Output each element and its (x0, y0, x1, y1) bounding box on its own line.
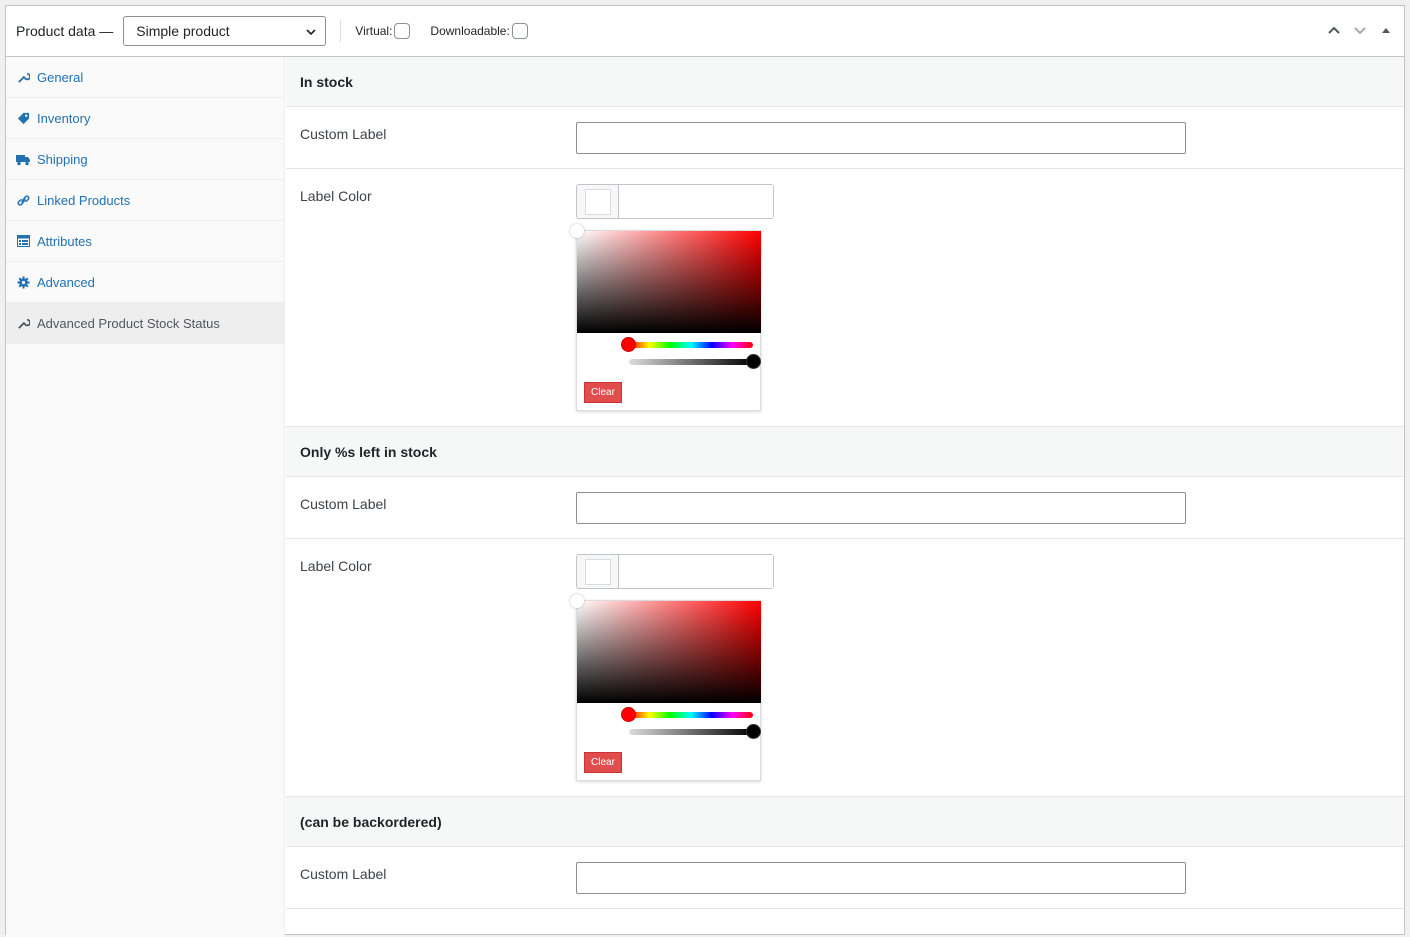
custom-label-input[interactable] (576, 862, 1186, 894)
tab-shipping[interactable]: Shipping (6, 139, 284, 180)
panel-header: Product data — Simple product Virtual: D… (6, 6, 1404, 57)
tab-label: Attributes (37, 233, 92, 249)
tab-label: Linked Products (37, 192, 131, 208)
virtual-option[interactable]: Virtual: (355, 23, 411, 39)
color-hex-input[interactable] (619, 185, 773, 218)
color-hex-input[interactable] (619, 555, 773, 588)
custom-label-row: Custom Label (286, 477, 1404, 539)
gear-icon (16, 275, 30, 289)
move-up-icon[interactable] (1326, 22, 1342, 38)
custom-label-row: Custom Label (286, 107, 1404, 169)
label-color-row: Label Color Clear (286, 169, 1404, 427)
field-label: Label Color (300, 188, 372, 204)
alpha-slider[interactable] (629, 354, 761, 369)
label-color-row: Label Color Clear (286, 539, 1404, 797)
truck-icon (16, 152, 30, 166)
section-heading: Only %s left in stock (286, 427, 1404, 477)
field-label: Custom Label (300, 866, 387, 882)
chevron-down-icon (305, 25, 317, 41)
tab-advanced[interactable]: Advanced (6, 262, 284, 303)
clear-button[interactable]: Clear (584, 382, 622, 403)
alpha-handle[interactable] (746, 354, 761, 369)
move-down-icon[interactable] (1352, 22, 1368, 38)
divider (340, 20, 342, 42)
stock-status-settings: In stock Custom Label Label Color Clear … (286, 57, 1404, 909)
field-label: Custom Label (300, 126, 387, 142)
section-heading: In stock (286, 57, 1404, 107)
tab-label: Shipping (37, 151, 88, 167)
downloadable-option[interactable]: Downloadable: (430, 23, 528, 39)
product-data-panel: Product data — Simple product Virtual: D… (5, 5, 1405, 937)
hue-slider[interactable] (621, 707, 753, 722)
tab-label: General (37, 69, 84, 85)
link-icon (16, 193, 30, 207)
tab-inventory[interactable]: Inventory (6, 98, 284, 139)
hue-slider[interactable] (621, 337, 753, 352)
custom-label-row: Custom Label (286, 847, 1404, 909)
saturation-handle[interactable] (570, 594, 584, 608)
tab-general[interactable]: General (6, 57, 284, 98)
saturation-handle[interactable] (570, 224, 584, 238)
custom-label-input[interactable] (576, 492, 1186, 524)
tab-label: Advanced (37, 274, 95, 290)
saturation-area[interactable] (570, 594, 761, 703)
section-heading: (can be backordered) (286, 797, 1404, 847)
hue-handle[interactable] (621, 707, 636, 722)
downloadable-label: Downloadable: (430, 24, 510, 38)
virtual-label: Virtual: (355, 24, 393, 38)
field-label: Custom Label (300, 496, 387, 512)
product-data-tabs: General Inventory Shipping Linked Produc… (6, 57, 285, 937)
wrench-icon (16, 70, 30, 84)
tab-label: Inventory (37, 110, 91, 126)
panel-title: Product data — (16, 23, 114, 39)
hue-handle[interactable] (621, 337, 636, 352)
custom-label-input[interactable] (576, 122, 1186, 154)
field-label: Label Color (300, 558, 372, 574)
color-swatch[interactable] (577, 555, 619, 588)
tab-advanced-product-stock-status[interactable]: Advanced Product Stock Status (6, 303, 284, 344)
downloadable-checkbox[interactable] (511, 23, 528, 39)
alpha-slider[interactable] (629, 724, 761, 739)
color-picker-button[interactable] (576, 184, 774, 219)
collapse-toggle-icon[interactable] (1378, 22, 1394, 38)
panel-controls (1326, 22, 1394, 38)
virtual-checkbox[interactable] (394, 23, 411, 39)
saturation-area[interactable] (570, 224, 761, 333)
alpha-handle[interactable] (746, 724, 761, 739)
color-picker-popup: Clear (570, 594, 761, 781)
clear-button[interactable]: Clear (584, 752, 622, 773)
product-type-value: Simple product (136, 23, 230, 39)
tab-label: Advanced Product Stock Status (37, 316, 220, 331)
color-picker-popup: Clear (570, 224, 761, 411)
tag-icon (16, 111, 30, 125)
tab-linked-products[interactable]: Linked Products (6, 180, 284, 221)
tab-attributes[interactable]: Attributes (6, 221, 284, 262)
color-picker-button[interactable] (576, 554, 774, 589)
product-type-select[interactable]: Simple product (123, 16, 327, 46)
wrench-icon (16, 317, 30, 331)
table-icon (16, 234, 30, 248)
color-swatch[interactable] (577, 185, 619, 218)
